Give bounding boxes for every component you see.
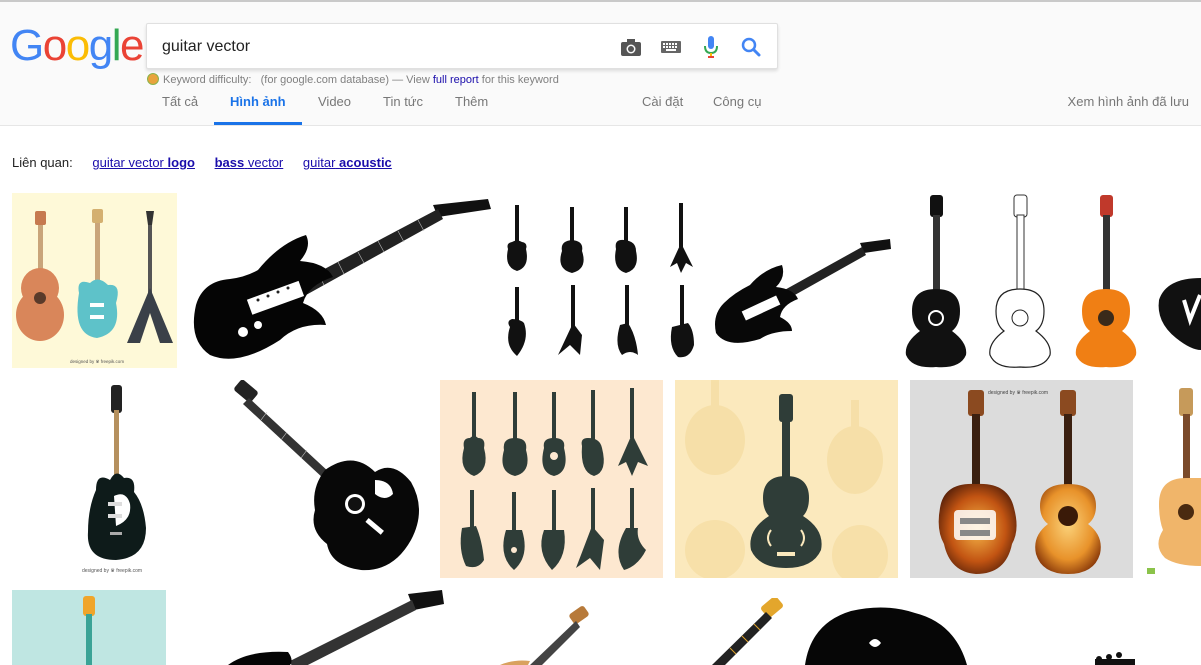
image-result-3[interactable] xyxy=(500,195,705,365)
image-result-2[interactable] xyxy=(188,195,493,365)
related-bass-vector[interactable]: bass vector xyxy=(215,155,284,170)
keyword-tool-icon xyxy=(147,73,159,85)
tools-button[interactable]: Công cụ xyxy=(713,94,761,109)
tab-more[interactable]: Thêm xyxy=(455,94,488,109)
image-result-14[interactable] xyxy=(228,590,446,665)
search-input[interactable] xyxy=(162,35,602,59)
keyword-difficulty-bar: Keyword difficulty: (for google.com data… xyxy=(147,73,559,86)
full-report-link[interactable]: full report xyxy=(433,74,479,86)
image-result-18[interactable] xyxy=(1085,645,1145,665)
related-searches: Liên quan: guitar vector logo bass vecto… xyxy=(12,155,392,170)
image-result-16[interactable] xyxy=(700,598,795,665)
related-label: Liên quan: xyxy=(12,155,73,170)
image-result-11[interactable]: designed by ♛ freepik.com xyxy=(910,380,1133,578)
image-result-13[interactable] xyxy=(12,590,166,665)
keyword-text-before: (for google.com database) — View xyxy=(260,74,430,86)
keyword-text-after: for this keyword xyxy=(481,74,559,86)
freepik-credit-3: designed by ♛ freepik.com xyxy=(988,390,1048,396)
tab-news[interactable]: Tin tức xyxy=(383,94,423,109)
search-icon[interactable] xyxy=(739,36,763,58)
related-guitar-vector-logo[interactable]: guitar vector logo xyxy=(92,155,195,170)
image-result-1[interactable]: designed by ♛ freepik.com xyxy=(12,193,177,368)
image-result-9[interactable] xyxy=(440,380,663,578)
active-tab-indicator xyxy=(214,122,302,125)
image-result-6[interactable] xyxy=(1156,270,1201,355)
related-guitar-acoustic[interactable]: guitar acoustic xyxy=(303,155,392,170)
search-box xyxy=(146,23,778,69)
tab-all[interactable]: Tất cả xyxy=(162,94,198,109)
image-result-15[interactable] xyxy=(490,605,600,665)
google-logo[interactable]: Google xyxy=(10,24,144,68)
image-result-10[interactable] xyxy=(675,380,898,578)
microphone-icon[interactable] xyxy=(699,36,723,58)
tab-images[interactable]: Hình ảnh xyxy=(230,94,286,109)
image-result-5[interactable] xyxy=(898,193,1148,368)
keyword-label: Keyword difficulty: xyxy=(163,74,252,86)
image-result-12[interactable] xyxy=(1145,380,1201,578)
image-result-4[interactable] xyxy=(712,235,892,345)
settings-button[interactable]: Cài đặt xyxy=(642,94,683,109)
search-header: Google Keyword difficulty: (for google.c… xyxy=(0,2,1201,126)
image-result-8[interactable] xyxy=(225,380,430,578)
freepik-credit-2: designed by ♛ freepik.com xyxy=(82,568,142,574)
saved-images-link[interactable]: Xem hình ảnh đã lưu xyxy=(1068,94,1189,109)
keyboard-icon[interactable] xyxy=(659,36,683,58)
camera-icon[interactable] xyxy=(619,36,643,58)
image-result-17[interactable] xyxy=(805,605,970,665)
tab-video[interactable]: Video xyxy=(318,94,351,109)
freepik-credit-1: designed by ♛ freepik.com xyxy=(70,359,124,364)
image-result-7[interactable]: designed by ♛ freepik.com xyxy=(12,380,217,578)
